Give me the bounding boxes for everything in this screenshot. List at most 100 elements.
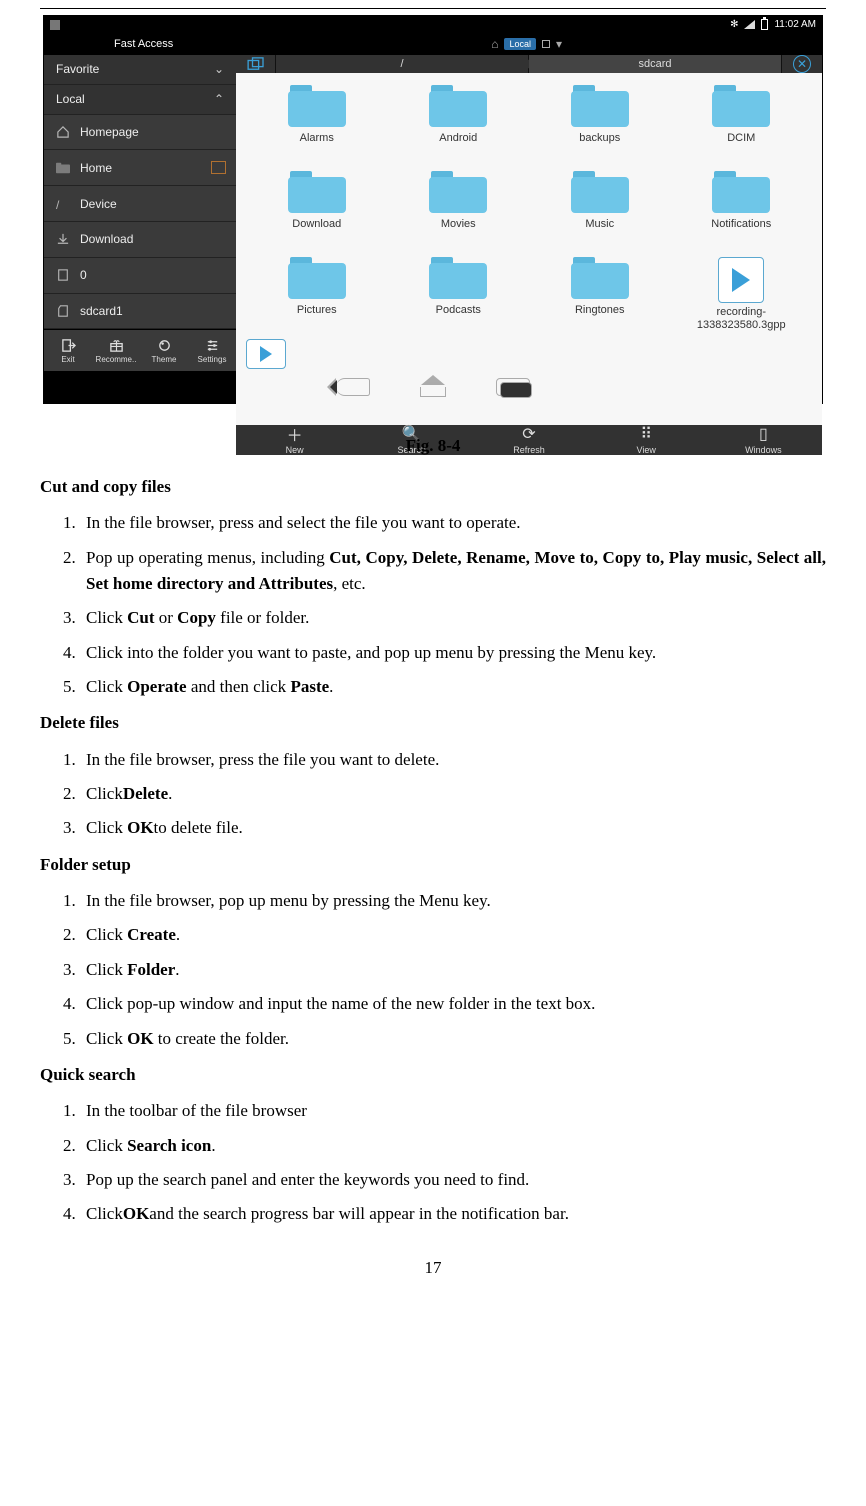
item-label: Movies bbox=[441, 218, 476, 231]
sidebar-bottom-bar: Exit Recomme.. Theme Settings bbox=[44, 329, 236, 371]
chevron-down-icon: ⌄ bbox=[214, 62, 224, 76]
gift-icon bbox=[109, 338, 124, 353]
step: Click into the folder you want to paste,… bbox=[80, 640, 826, 666]
item-label: Pictures bbox=[297, 304, 337, 317]
folder-icon bbox=[429, 171, 487, 213]
sidebar-item-label: Device bbox=[80, 197, 117, 211]
step: Pop up the search panel and enter the ke… bbox=[80, 1167, 826, 1193]
storage-icon[interactable] bbox=[542, 40, 550, 48]
grid-item-folder[interactable]: Podcasts bbox=[388, 253, 530, 339]
sidebar-item-label: Download bbox=[80, 232, 133, 246]
folder-icon bbox=[288, 257, 346, 299]
item-label: DCIM bbox=[727, 132, 755, 145]
close-icon: ✕ bbox=[793, 55, 811, 73]
steps-cutcopy: In the file browser, press and select th… bbox=[40, 510, 826, 700]
folder-icon bbox=[56, 162, 70, 174]
slash-icon: / bbox=[56, 198, 70, 210]
grid-item-folder[interactable]: DCIM bbox=[671, 81, 813, 167]
action-label: New bbox=[286, 445, 304, 455]
sidebar-item-sdcard1[interactable]: sdcard1 bbox=[44, 294, 236, 330]
action-refresh[interactable]: ⟳ Refresh bbox=[470, 425, 587, 455]
action-label: Refresh bbox=[513, 445, 545, 455]
refresh-icon: ⟳ bbox=[522, 425, 535, 443]
bottom-action-bar: ＋New 🔍Search ⟳Refresh ⠿View ▯Windows bbox=[236, 425, 822, 455]
steps-quicksearch: In the toolbar of the file browser Click… bbox=[40, 1098, 826, 1227]
nav-back-button[interactable] bbox=[336, 378, 370, 396]
nav-recent-button[interactable] bbox=[496, 378, 530, 396]
grid-item-folder[interactable]: Ringtones bbox=[529, 253, 671, 339]
folder-icon bbox=[429, 85, 487, 127]
action-new[interactable]: ＋New bbox=[236, 425, 353, 455]
sidebar-item-download[interactable]: Download bbox=[44, 222, 236, 258]
item-label: Download bbox=[292, 218, 341, 231]
step: Click Search icon. bbox=[80, 1133, 826, 1159]
grid-item-folder[interactable]: Pictures bbox=[246, 253, 388, 339]
breadcrumb-tabs-button[interactable] bbox=[236, 55, 276, 73]
grid-item-folder[interactable]: Alarms bbox=[246, 81, 388, 167]
grid-item-folder[interactable]: Download bbox=[246, 167, 388, 253]
folder-icon bbox=[712, 85, 770, 127]
step: In the file browser, press and select th… bbox=[80, 510, 826, 536]
exit-icon bbox=[61, 338, 76, 353]
step: In the toolbar of the file browser bbox=[80, 1098, 826, 1124]
sidebar-btn-exit[interactable]: Exit bbox=[44, 330, 92, 371]
sidebar-section-label: Local bbox=[56, 92, 85, 106]
action-view[interactable]: ⠿View bbox=[588, 425, 705, 455]
page-number: 17 bbox=[40, 1258, 826, 1278]
item-label: Podcasts bbox=[436, 304, 481, 317]
step: Click OK to create the folder. bbox=[80, 1026, 826, 1052]
step: Click Cut or Copy file or folder. bbox=[80, 605, 826, 631]
action-windows[interactable]: ▯Windows bbox=[705, 425, 822, 455]
status-time: 11:02 AM bbox=[774, 19, 816, 30]
sidebar-item-label: Home bbox=[80, 161, 112, 175]
grid-item-folder[interactable]: Movies bbox=[388, 167, 530, 253]
crumb-root[interactable]: / bbox=[276, 55, 529, 73]
grid-item-folder[interactable]: Notifications bbox=[671, 167, 813, 253]
sidebar-item-home[interactable]: Home bbox=[44, 150, 236, 186]
screenshot: ✻ 11:02 AM Fast Access ⌂ Local ▾ Favorit… bbox=[43, 15, 823, 404]
sidebar-section-local[interactable]: Local ⌃ bbox=[44, 85, 236, 115]
battery-icon bbox=[761, 19, 768, 30]
step: ClickDelete. bbox=[80, 781, 826, 807]
android-status-bar: ✻ 11:02 AM bbox=[44, 16, 822, 33]
grid-item-folder[interactable]: Android bbox=[388, 81, 530, 167]
breadcrumb: / sdcard ✕ bbox=[236, 55, 822, 73]
steps-foldersetup: In the file browser, pop up menu by pres… bbox=[40, 888, 826, 1052]
crumb-sdcard[interactable]: sdcard bbox=[529, 55, 782, 73]
location-pill[interactable]: Local bbox=[504, 38, 536, 50]
crumb-label: sdcard bbox=[638, 58, 671, 70]
folder-icon bbox=[288, 171, 346, 213]
app-title-bar: Fast Access ⌂ Local ▾ bbox=[44, 33, 822, 55]
step: Click Operate and then click Paste. bbox=[80, 674, 826, 700]
breadcrumb-close[interactable]: ✕ bbox=[782, 55, 822, 73]
sliders-icon bbox=[205, 338, 220, 353]
sidebar-item-homepage[interactable]: Homepage bbox=[44, 115, 236, 151]
dropdown-icon[interactable]: ▾ bbox=[556, 37, 562, 51]
section-head-quicksearch: Quick search bbox=[40, 1062, 826, 1088]
item-label: recording-1338323580.3gpp bbox=[681, 306, 801, 331]
home-icon[interactable]: ⌂ bbox=[491, 37, 498, 51]
sidebar-item-label: sdcard1 bbox=[80, 304, 123, 318]
sidebar-btn-theme[interactable]: Theme bbox=[140, 330, 188, 371]
btn-label: Exit bbox=[61, 355, 74, 364]
grid-item-folder[interactable]: backups bbox=[529, 81, 671, 167]
sidebar-item-device[interactable]: / Device bbox=[44, 186, 236, 222]
sidebar-item-storage-0[interactable]: 0 bbox=[44, 258, 236, 294]
folder-icon bbox=[712, 171, 770, 213]
status-app-icon bbox=[50, 20, 60, 30]
sidebar-btn-settings[interactable]: Settings bbox=[188, 330, 236, 371]
storage-icon bbox=[56, 269, 70, 281]
sidebar-btn-recommend[interactable]: Recomme.. bbox=[92, 330, 140, 371]
step: Click Folder. bbox=[80, 957, 826, 983]
grid-item-folder[interactable]: Music bbox=[529, 167, 671, 253]
item-label: backups bbox=[579, 132, 620, 145]
sidebar-section-favorite[interactable]: Favorite ⌄ bbox=[44, 55, 236, 85]
folder-icon bbox=[429, 257, 487, 299]
section-head-cutcopy: Cut and copy files bbox=[40, 474, 826, 500]
view-icon: ⠿ bbox=[640, 425, 652, 443]
nav-home-button[interactable] bbox=[420, 377, 446, 397]
folder-icon bbox=[571, 85, 629, 127]
step: Pop up operating menus, including Cut, C… bbox=[80, 545, 826, 598]
step: In the file browser, pop up menu by pres… bbox=[80, 888, 826, 914]
grid-item-file[interactable]: recording-1338323580.3gpp bbox=[671, 253, 813, 339]
